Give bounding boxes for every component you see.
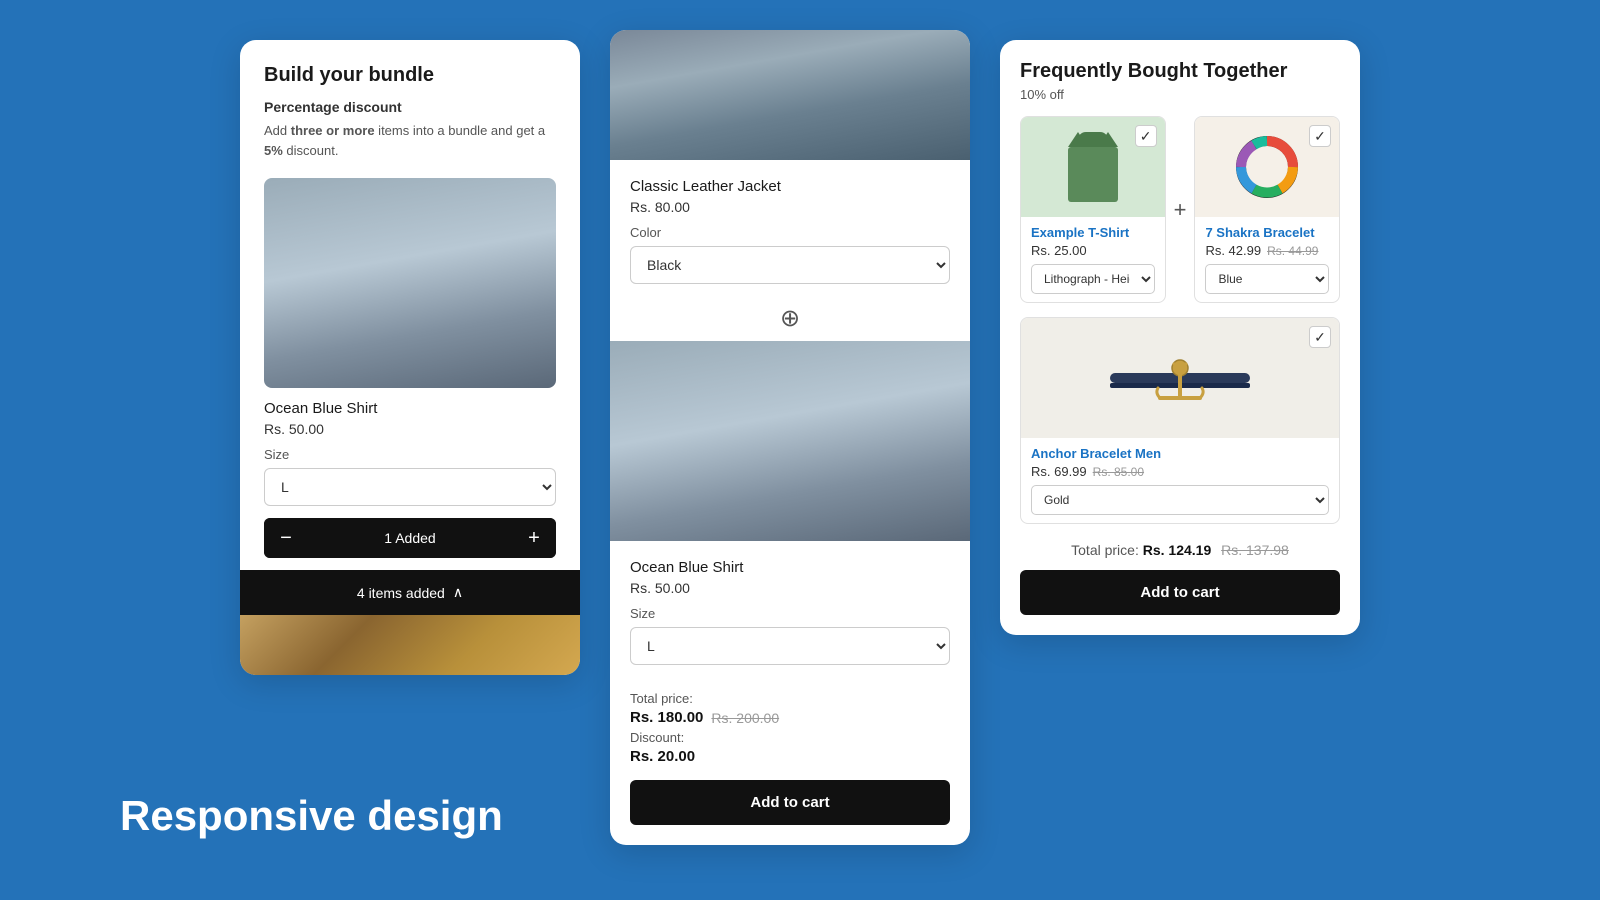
fbt-plus-icon: + xyxy=(1174,197,1187,223)
fbt-total-row: Total price: Rs. 124.19 Rs. 137.98 xyxy=(1020,538,1340,558)
fbt-product2-variant-select[interactable]: BlueRedGreen xyxy=(1205,264,1329,294)
fbt-title: Frequently Bought Together xyxy=(1020,60,1340,83)
fbt-product1-card: ✓ Example T-Shirt Rs. 25.00 xyxy=(1020,116,1166,303)
fbt-product3-variant-select[interactable]: GoldSilverBlack xyxy=(1031,485,1329,515)
total-original-price: Rs. 200.00 xyxy=(711,710,779,726)
fbt-total-price: Rs. 124.19 xyxy=(1143,542,1212,558)
shirt-image-middle xyxy=(610,341,970,541)
items-added-text: 4 items added xyxy=(357,585,445,601)
qty-decrease-button[interactable]: − xyxy=(264,518,308,558)
color-select[interactable]: BlackBrownTan xyxy=(630,246,950,284)
responsive-design-text: Responsive design xyxy=(120,792,503,840)
shirt-price: Rs. 50.00 xyxy=(630,580,950,596)
middle-add-to-cart-button[interactable]: Add to cart xyxy=(630,780,950,825)
shirt-size-select[interactable]: XSSMLXLXXL xyxy=(630,627,950,665)
fbt-product1-name: Example T-Shirt xyxy=(1031,225,1155,240)
discount-label2: Discount: xyxy=(630,730,950,745)
product1-name: Ocean Blue Shirt xyxy=(264,400,556,417)
fbt-product3-price: Rs. 69.99 xyxy=(1031,464,1087,479)
fbt-products-row: ✓ Example T-Shirt Rs. 25.00 xyxy=(1020,116,1340,303)
product1-image xyxy=(264,178,556,388)
fbt-product3-original-price: Rs. 85.00 xyxy=(1093,465,1144,479)
total-price-label: Total price: xyxy=(630,691,950,706)
fbt-total-original-price: Rs. 137.98 xyxy=(1221,542,1289,558)
discount-label: Percentage discount xyxy=(264,99,556,115)
fbt-total-label: Total price: xyxy=(1071,542,1139,558)
fbt-product2-checkbox[interactable]: ✓ xyxy=(1309,125,1331,147)
discount-description: Add three or more items into a bundle an… xyxy=(264,121,556,160)
total-price-value: Rs. 180.00 xyxy=(630,709,703,726)
fbt-product1-variant-select[interactable]: Lithograph - HeightLithograph - Width xyxy=(1031,264,1155,294)
fbt-discount-badge: 10% off xyxy=(1020,87,1340,102)
fbt-product2-original-price: Rs. 44.99 xyxy=(1267,244,1318,258)
middle-card: Classic Leather Jacket Rs. 80.00 Color B… xyxy=(610,30,970,845)
fbt-add-to-cart-button[interactable]: Add to cart xyxy=(1020,570,1340,615)
fbt-product3-name: Anchor Bracelet Men xyxy=(1031,446,1329,461)
left-card: Build your bundle Percentage discount Ad… xyxy=(240,40,580,675)
items-added-bar[interactable]: 4 items added ∧ xyxy=(240,570,580,615)
right-card: Frequently Bought Together 10% off ✓ xyxy=(1000,40,1360,635)
color-label: Color xyxy=(630,225,950,240)
size-label: Size xyxy=(264,447,556,462)
total-section: Total price: Rs. 180.00 Rs. 200.00 Disco… xyxy=(610,677,970,780)
fbt-anchor-image xyxy=(1021,318,1339,438)
fbt-product3-checkbox[interactable]: ✓ xyxy=(1309,326,1331,348)
fbt-product2-name: 7 Shakra Bracelet xyxy=(1205,225,1329,240)
fbt-product3-card: ✓ Anchor Br xyxy=(1020,317,1340,524)
main-container: Build your bundle Percentage discount Ad… xyxy=(0,0,1600,900)
jacket-name: Classic Leather Jacket xyxy=(630,178,950,195)
fbt-product2-card: ✓ 7 Shakra Bracelet xyxy=(1194,116,1340,303)
chevron-up-icon: ∧ xyxy=(453,584,463,601)
fbt-product1-price: Rs. 25.00 xyxy=(1031,243,1087,258)
shirt-size-label: Size xyxy=(630,606,950,621)
qty-display: 1 Added xyxy=(308,530,512,546)
jacket-image-top xyxy=(610,30,970,160)
qty-increase-button[interactable]: + xyxy=(512,518,556,558)
jacket-price: Rs. 80.00 xyxy=(630,199,950,215)
bottom-strip xyxy=(240,615,580,675)
left-card-title: Build your bundle xyxy=(264,64,556,87)
quantity-control: − 1 Added + xyxy=(264,518,556,558)
shirt-name: Ocean Blue Shirt xyxy=(630,559,950,576)
fbt-product1-checkbox[interactable]: ✓ xyxy=(1135,125,1157,147)
fbt-product2-price: Rs. 42.99 xyxy=(1205,243,1261,258)
discount-amount: Rs. 20.00 xyxy=(630,748,695,765)
size-select[interactable]: XSSMLXLXXL xyxy=(264,468,556,506)
plus-circle-icon: ⊕ xyxy=(610,296,970,341)
product1-price: Rs. 50.00 xyxy=(264,421,556,437)
